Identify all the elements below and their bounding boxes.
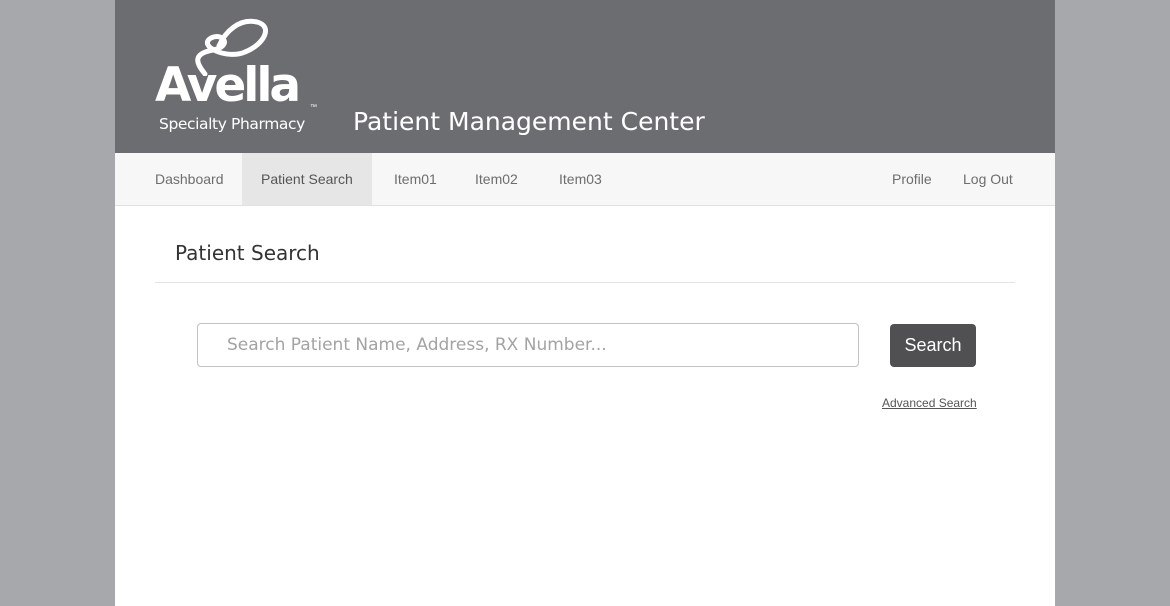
- nav-item-patient-search[interactable]: Patient Search: [242, 153, 372, 205]
- app-title: Patient Management Center: [353, 107, 705, 136]
- page-container: Avella ™ Specialty Pharmacy Patient Mana…: [115, 0, 1055, 606]
- advanced-search-link[interactable]: Advanced Search: [882, 396, 977, 410]
- nav-item-item02[interactable]: Item02: [475, 153, 518, 205]
- logo-subtitle: Specialty Pharmacy: [159, 115, 305, 133]
- app-header: Avella ™ Specialty Pharmacy Patient Mana…: [115, 0, 1055, 153]
- nav-item-logout[interactable]: Log Out: [963, 153, 1013, 205]
- nav-item-item01[interactable]: Item01: [394, 153, 437, 205]
- search-button[interactable]: Search: [890, 324, 976, 367]
- patient-search-input[interactable]: [197, 323, 859, 367]
- nav-item-dashboard[interactable]: Dashboard: [155, 153, 224, 205]
- section-divider: [155, 282, 1015, 283]
- trademark-symbol: ™: [310, 104, 317, 111]
- logo-wordmark: Avella: [155, 58, 301, 113]
- page-title: Patient Search: [175, 241, 320, 265]
- nav-item-profile[interactable]: Profile: [892, 153, 932, 205]
- avella-logo[interactable]: Avella ™ Specialty Pharmacy: [153, 16, 323, 136]
- nav-item-item03[interactable]: Item03: [559, 153, 602, 205]
- main-navbar: Dashboard Patient Search Item01 Item02 I…: [115, 153, 1055, 206]
